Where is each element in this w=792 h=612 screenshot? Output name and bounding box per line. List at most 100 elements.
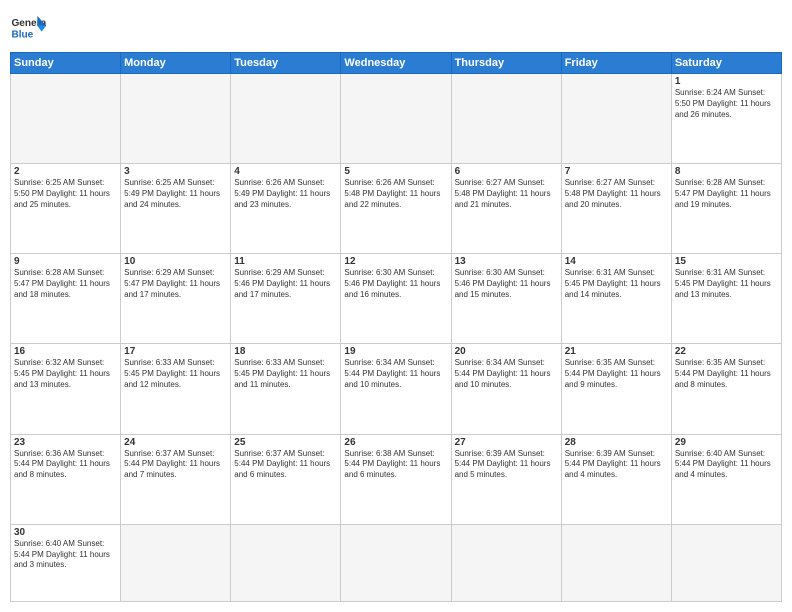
day-number: 3 — [124, 166, 227, 177]
calendar-header-row: SundayMondayTuesdayWednesdayThursdayFrid… — [11, 53, 782, 74]
calendar-day-cell — [121, 524, 231, 601]
calendar-day-cell: 13Sunrise: 6:30 AM Sunset: 5:46 PM Dayli… — [451, 254, 561, 344]
calendar-day-cell — [341, 524, 451, 601]
calendar-col-header: Saturday — [671, 53, 781, 74]
calendar-day-cell: 2Sunrise: 6:25 AM Sunset: 5:50 PM Daylig… — [11, 164, 121, 254]
calendar-day-cell: 25Sunrise: 6:37 AM Sunset: 5:44 PM Dayli… — [231, 434, 341, 524]
day-number: 22 — [675, 346, 778, 357]
calendar-week-row: 16Sunrise: 6:32 AM Sunset: 5:45 PM Dayli… — [11, 344, 782, 434]
calendar-day-cell: 3Sunrise: 6:25 AM Sunset: 5:49 PM Daylig… — [121, 164, 231, 254]
day-number: 8 — [675, 166, 778, 177]
day-number: 2 — [14, 166, 117, 177]
day-info: Sunrise: 6:38 AM Sunset: 5:44 PM Dayligh… — [344, 449, 447, 481]
calendar-day-cell: 1Sunrise: 6:24 AM Sunset: 5:50 PM Daylig… — [671, 74, 781, 164]
calendar-day-cell: 9Sunrise: 6:28 AM Sunset: 5:47 PM Daylig… — [11, 254, 121, 344]
calendar-day-cell — [341, 74, 451, 164]
day-number: 28 — [565, 437, 668, 448]
day-info: Sunrise: 6:40 AM Sunset: 5:44 PM Dayligh… — [14, 539, 117, 571]
day-info: Sunrise: 6:29 AM Sunset: 5:46 PM Dayligh… — [234, 268, 337, 300]
calendar-day-cell: 27Sunrise: 6:39 AM Sunset: 5:44 PM Dayli… — [451, 434, 561, 524]
day-info: Sunrise: 6:39 AM Sunset: 5:44 PM Dayligh… — [455, 449, 558, 481]
calendar-day-cell — [231, 524, 341, 601]
calendar-day-cell: 23Sunrise: 6:36 AM Sunset: 5:44 PM Dayli… — [11, 434, 121, 524]
day-info: Sunrise: 6:25 AM Sunset: 5:50 PM Dayligh… — [14, 178, 117, 210]
day-info: Sunrise: 6:26 AM Sunset: 5:49 PM Dayligh… — [234, 178, 337, 210]
calendar-week-row: 2Sunrise: 6:25 AM Sunset: 5:50 PM Daylig… — [11, 164, 782, 254]
calendar-week-row: 23Sunrise: 6:36 AM Sunset: 5:44 PM Dayli… — [11, 434, 782, 524]
day-info: Sunrise: 6:32 AM Sunset: 5:45 PM Dayligh… — [14, 358, 117, 390]
header: General Blue — [10, 10, 782, 46]
day-info: Sunrise: 6:33 AM Sunset: 5:45 PM Dayligh… — [234, 358, 337, 390]
day-number: 26 — [344, 437, 447, 448]
calendar-day-cell: 12Sunrise: 6:30 AM Sunset: 5:46 PM Dayli… — [341, 254, 451, 344]
calendar-day-cell: 4Sunrise: 6:26 AM Sunset: 5:49 PM Daylig… — [231, 164, 341, 254]
day-info: Sunrise: 6:37 AM Sunset: 5:44 PM Dayligh… — [234, 449, 337, 481]
calendar-day-cell — [451, 524, 561, 601]
logo: General Blue — [10, 10, 46, 46]
day-number: 1 — [675, 76, 778, 87]
calendar-col-header: Sunday — [11, 53, 121, 74]
day-info: Sunrise: 6:26 AM Sunset: 5:48 PM Dayligh… — [344, 178, 447, 210]
day-info: Sunrise: 6:34 AM Sunset: 5:44 PM Dayligh… — [455, 358, 558, 390]
day-number: 12 — [344, 256, 447, 267]
calendar-day-cell — [231, 74, 341, 164]
calendar-day-cell: 17Sunrise: 6:33 AM Sunset: 5:45 PM Dayli… — [121, 344, 231, 434]
day-info: Sunrise: 6:31 AM Sunset: 5:45 PM Dayligh… — [675, 268, 778, 300]
calendar-day-cell: 29Sunrise: 6:40 AM Sunset: 5:44 PM Dayli… — [671, 434, 781, 524]
calendar-day-cell: 10Sunrise: 6:29 AM Sunset: 5:47 PM Dayli… — [121, 254, 231, 344]
calendar-day-cell: 21Sunrise: 6:35 AM Sunset: 5:44 PM Dayli… — [561, 344, 671, 434]
svg-text:Blue: Blue — [11, 29, 33, 40]
generalblue-logo-icon: General Blue — [10, 10, 46, 46]
calendar-col-header: Friday — [561, 53, 671, 74]
calendar-col-header: Monday — [121, 53, 231, 74]
calendar-day-cell: 26Sunrise: 6:38 AM Sunset: 5:44 PM Dayli… — [341, 434, 451, 524]
day-number: 6 — [455, 166, 558, 177]
page: General Blue SundayMondayTuesdayWednesda… — [0, 0, 792, 612]
calendar-day-cell: 16Sunrise: 6:32 AM Sunset: 5:45 PM Dayli… — [11, 344, 121, 434]
day-info: Sunrise: 6:30 AM Sunset: 5:46 PM Dayligh… — [344, 268, 447, 300]
day-number: 23 — [14, 437, 117, 448]
calendar-day-cell — [561, 74, 671, 164]
calendar-col-header: Wednesday — [341, 53, 451, 74]
day-number: 20 — [455, 346, 558, 357]
calendar-day-cell: 15Sunrise: 6:31 AM Sunset: 5:45 PM Dayli… — [671, 254, 781, 344]
calendar-day-cell: 11Sunrise: 6:29 AM Sunset: 5:46 PM Dayli… — [231, 254, 341, 344]
day-info: Sunrise: 6:27 AM Sunset: 5:48 PM Dayligh… — [565, 178, 668, 210]
calendar-day-cell: 7Sunrise: 6:27 AM Sunset: 5:48 PM Daylig… — [561, 164, 671, 254]
day-number: 27 — [455, 437, 558, 448]
day-number: 17 — [124, 346, 227, 357]
day-number: 5 — [344, 166, 447, 177]
day-info: Sunrise: 6:25 AM Sunset: 5:49 PM Dayligh… — [124, 178, 227, 210]
day-info: Sunrise: 6:35 AM Sunset: 5:44 PM Dayligh… — [565, 358, 668, 390]
calendar-day-cell: 24Sunrise: 6:37 AM Sunset: 5:44 PM Dayli… — [121, 434, 231, 524]
day-number: 4 — [234, 166, 337, 177]
calendar-day-cell: 8Sunrise: 6:28 AM Sunset: 5:47 PM Daylig… — [671, 164, 781, 254]
day-number: 29 — [675, 437, 778, 448]
day-number: 11 — [234, 256, 337, 267]
day-number: 10 — [124, 256, 227, 267]
day-info: Sunrise: 6:31 AM Sunset: 5:45 PM Dayligh… — [565, 268, 668, 300]
day-number: 9 — [14, 256, 117, 267]
calendar-day-cell — [451, 74, 561, 164]
calendar-day-cell: 6Sunrise: 6:27 AM Sunset: 5:48 PM Daylig… — [451, 164, 561, 254]
calendar-day-cell: 30Sunrise: 6:40 AM Sunset: 5:44 PM Dayli… — [11, 524, 121, 601]
day-info: Sunrise: 6:37 AM Sunset: 5:44 PM Dayligh… — [124, 449, 227, 481]
day-number: 13 — [455, 256, 558, 267]
day-info: Sunrise: 6:27 AM Sunset: 5:48 PM Dayligh… — [455, 178, 558, 210]
calendar-table: SundayMondayTuesdayWednesdayThursdayFrid… — [10, 52, 782, 602]
day-info: Sunrise: 6:30 AM Sunset: 5:46 PM Dayligh… — [455, 268, 558, 300]
day-number: 30 — [14, 527, 117, 538]
day-number: 18 — [234, 346, 337, 357]
day-info: Sunrise: 6:35 AM Sunset: 5:44 PM Dayligh… — [675, 358, 778, 390]
calendar-day-cell: 28Sunrise: 6:39 AM Sunset: 5:44 PM Dayli… — [561, 434, 671, 524]
day-info: Sunrise: 6:39 AM Sunset: 5:44 PM Dayligh… — [565, 449, 668, 481]
day-info: Sunrise: 6:28 AM Sunset: 5:47 PM Dayligh… — [675, 178, 778, 210]
calendar-week-row: 9Sunrise: 6:28 AM Sunset: 5:47 PM Daylig… — [11, 254, 782, 344]
day-info: Sunrise: 6:40 AM Sunset: 5:44 PM Dayligh… — [675, 449, 778, 481]
calendar-day-cell: 14Sunrise: 6:31 AM Sunset: 5:45 PM Dayli… — [561, 254, 671, 344]
day-info: Sunrise: 6:34 AM Sunset: 5:44 PM Dayligh… — [344, 358, 447, 390]
day-number: 19 — [344, 346, 447, 357]
day-number: 24 — [124, 437, 227, 448]
calendar-day-cell: 18Sunrise: 6:33 AM Sunset: 5:45 PM Dayli… — [231, 344, 341, 434]
calendar-week-row: 1Sunrise: 6:24 AM Sunset: 5:50 PM Daylig… — [11, 74, 782, 164]
